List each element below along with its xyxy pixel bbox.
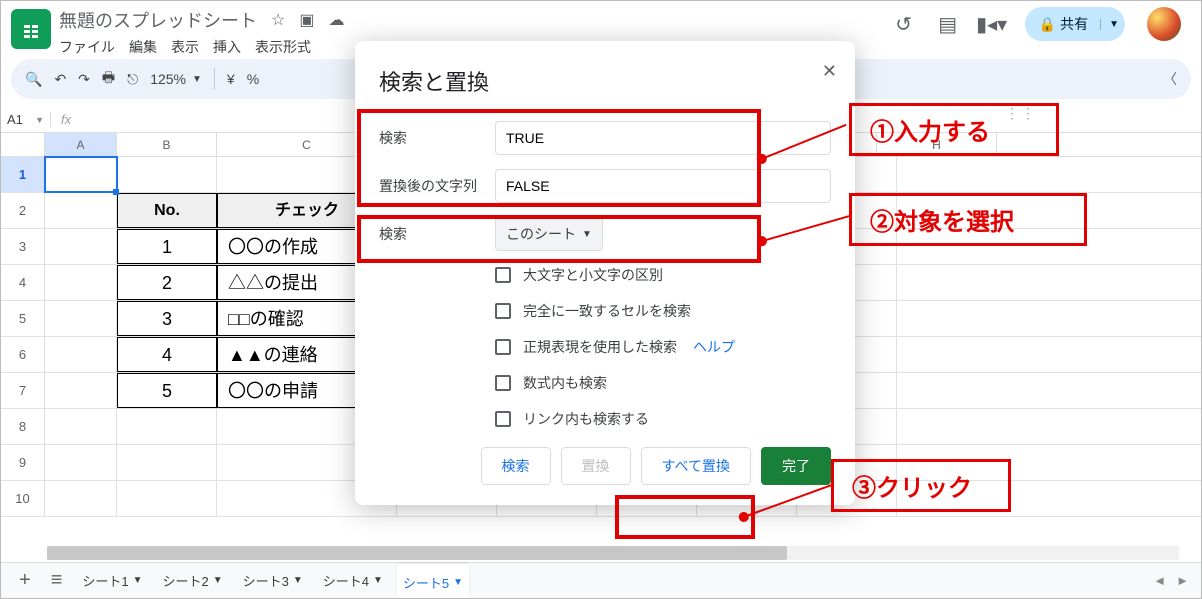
share-label: 共有: [1060, 14, 1088, 34]
replace-all-button[interactable]: すべて置換: [641, 447, 751, 485]
dialog-title: 検索と置換: [379, 65, 831, 97]
chevron-down-icon: ▼: [373, 575, 383, 586]
scroll-right-icon[interactable]: ►: [1176, 573, 1189, 588]
table-cell-no[interactable]: 1: [117, 229, 217, 264]
zoom-select[interactable]: 125% ▼: [150, 71, 202, 87]
checkbox-case[interactable]: [495, 267, 511, 283]
annotation-callout-1: ①入力する: [849, 103, 1059, 156]
table-cell-no[interactable]: 5: [117, 373, 217, 408]
sheet-tab[interactable]: シート3▼: [237, 565, 309, 596]
row-header[interactable]: 7: [1, 373, 45, 408]
table-cell-no[interactable]: 2: [117, 265, 217, 300]
close-icon[interactable]: ✕: [822, 61, 837, 82]
replace-button[interactable]: 置換: [561, 447, 631, 485]
percent-button[interactable]: %: [247, 71, 259, 87]
chevron-down-icon: ▼: [453, 577, 463, 588]
row-header[interactable]: 6: [1, 337, 45, 372]
row-header[interactable]: 10: [1, 481, 45, 516]
table-cell-no[interactable]: 3: [117, 301, 217, 336]
avatar[interactable]: [1147, 7, 1181, 41]
menu-file[interactable]: ファイル: [59, 37, 115, 57]
row-header[interactable]: 8: [1, 409, 45, 444]
select-all-corner[interactable]: [1, 133, 45, 156]
share-button[interactable]: 🔒 共有 ▼: [1025, 7, 1125, 41]
redo-icon[interactable]: ↷: [78, 71, 90, 88]
opt-links-label: リンク内も検索する: [523, 409, 649, 429]
chevron-down-icon: ▼: [192, 74, 202, 85]
cloud-icon[interactable]: ☁: [328, 10, 344, 30]
col-header-A[interactable]: A: [45, 133, 117, 156]
cell-A1[interactable]: [45, 157, 117, 192]
chevron-down-icon: ▼: [213, 575, 223, 586]
name-box[interactable]: A1 ▼: [1, 112, 51, 127]
chevron-down-icon: ▼: [293, 575, 303, 586]
menu-view[interactable]: 表示: [171, 37, 199, 57]
row-header[interactable]: 2: [1, 193, 45, 228]
sheet-tab[interactable]: シート1▼: [76, 565, 148, 596]
history-icon[interactable]: ↺: [893, 13, 915, 35]
checkbox-entire[interactable]: [495, 303, 511, 319]
col-header-B[interactable]: B: [117, 133, 217, 156]
print-icon[interactable]: 🖶: [102, 67, 115, 91]
menu-format[interactable]: 表示形式: [255, 37, 311, 57]
star-icon[interactable]: ☆: [271, 10, 285, 30]
row-header[interactable]: 1: [1, 157, 45, 192]
annotation-box-2: [357, 215, 761, 263]
sheet-tab[interactable]: シート4▼: [317, 565, 389, 596]
scroll-left-icon[interactable]: ◄: [1153, 573, 1166, 588]
checkbox-formula[interactable]: [495, 375, 511, 391]
annotation-box-1: [357, 109, 761, 207]
currency-button[interactable]: ¥: [227, 71, 235, 87]
menu-bar: ファイル 編集 表示 挿入 表示形式: [59, 33, 344, 57]
comment-icon[interactable]: ▤: [937, 13, 959, 35]
row-header[interactable]: 9: [1, 445, 45, 480]
table-head-no[interactable]: No.: [117, 193, 217, 228]
done-button[interactable]: 完了: [761, 447, 831, 485]
paint-format-icon[interactable]: ⎋: [127, 71, 138, 88]
row-header[interactable]: 3: [1, 229, 45, 264]
namebox-value: A1: [7, 112, 23, 127]
menu-insert[interactable]: 挿入: [213, 37, 241, 57]
annotation-box-3: [615, 495, 755, 539]
collapse-toolbar-icon[interactable]: 〈: [1163, 69, 1177, 89]
annotation-callout-3: ③クリック: [831, 459, 1011, 512]
annotation-callout-2: ②対象を選択: [849, 193, 1087, 246]
table-cell-no[interactable]: 4: [117, 337, 217, 372]
zoom-value: 125%: [150, 71, 186, 87]
opt-regex-label: 正規表現を使用した検索: [523, 337, 677, 357]
chevron-down-icon: ▼: [133, 575, 143, 586]
move-icon[interactable]: ▣: [299, 10, 314, 30]
sheet-tab[interactable]: シート2▼: [157, 565, 229, 596]
horizontal-scrollbar[interactable]: [47, 546, 1179, 560]
opt-entire-label: 完全に一致するセルを検索: [523, 301, 691, 321]
add-sheet-button[interactable]: +: [13, 569, 37, 592]
sheets-logo: [11, 9, 51, 49]
doc-title[interactable]: 無題のスプレッドシート: [59, 7, 257, 33]
all-sheets-button[interactable]: ≡: [45, 569, 69, 592]
opt-formula-label: 数式内も検索: [523, 373, 607, 393]
chevron-down-icon: ▼: [35, 115, 44, 125]
regex-help-link[interactable]: ヘルプ: [693, 337, 735, 357]
checkbox-links[interactable]: [495, 411, 511, 427]
meet-icon[interactable]: ▮◂▾: [981, 13, 1003, 35]
fx-label: fx: [51, 112, 81, 127]
lock-icon: 🔒: [1039, 16, 1056, 33]
checkbox-regex[interactable]: [495, 339, 511, 355]
find-button[interactable]: 検索: [481, 447, 551, 485]
sheet-tab-active[interactable]: シート5▼: [397, 564, 469, 598]
undo-icon[interactable]: ↶: [54, 71, 66, 88]
row-header[interactable]: 5: [1, 301, 45, 336]
row-header[interactable]: 4: [1, 265, 45, 300]
opt-case-label: 大文字と小文字の区別: [523, 265, 663, 285]
menu-edit[interactable]: 編集: [129, 37, 157, 57]
share-caret-icon[interactable]: ▼: [1100, 19, 1119, 30]
search-icon[interactable]: 🔍: [25, 71, 42, 88]
